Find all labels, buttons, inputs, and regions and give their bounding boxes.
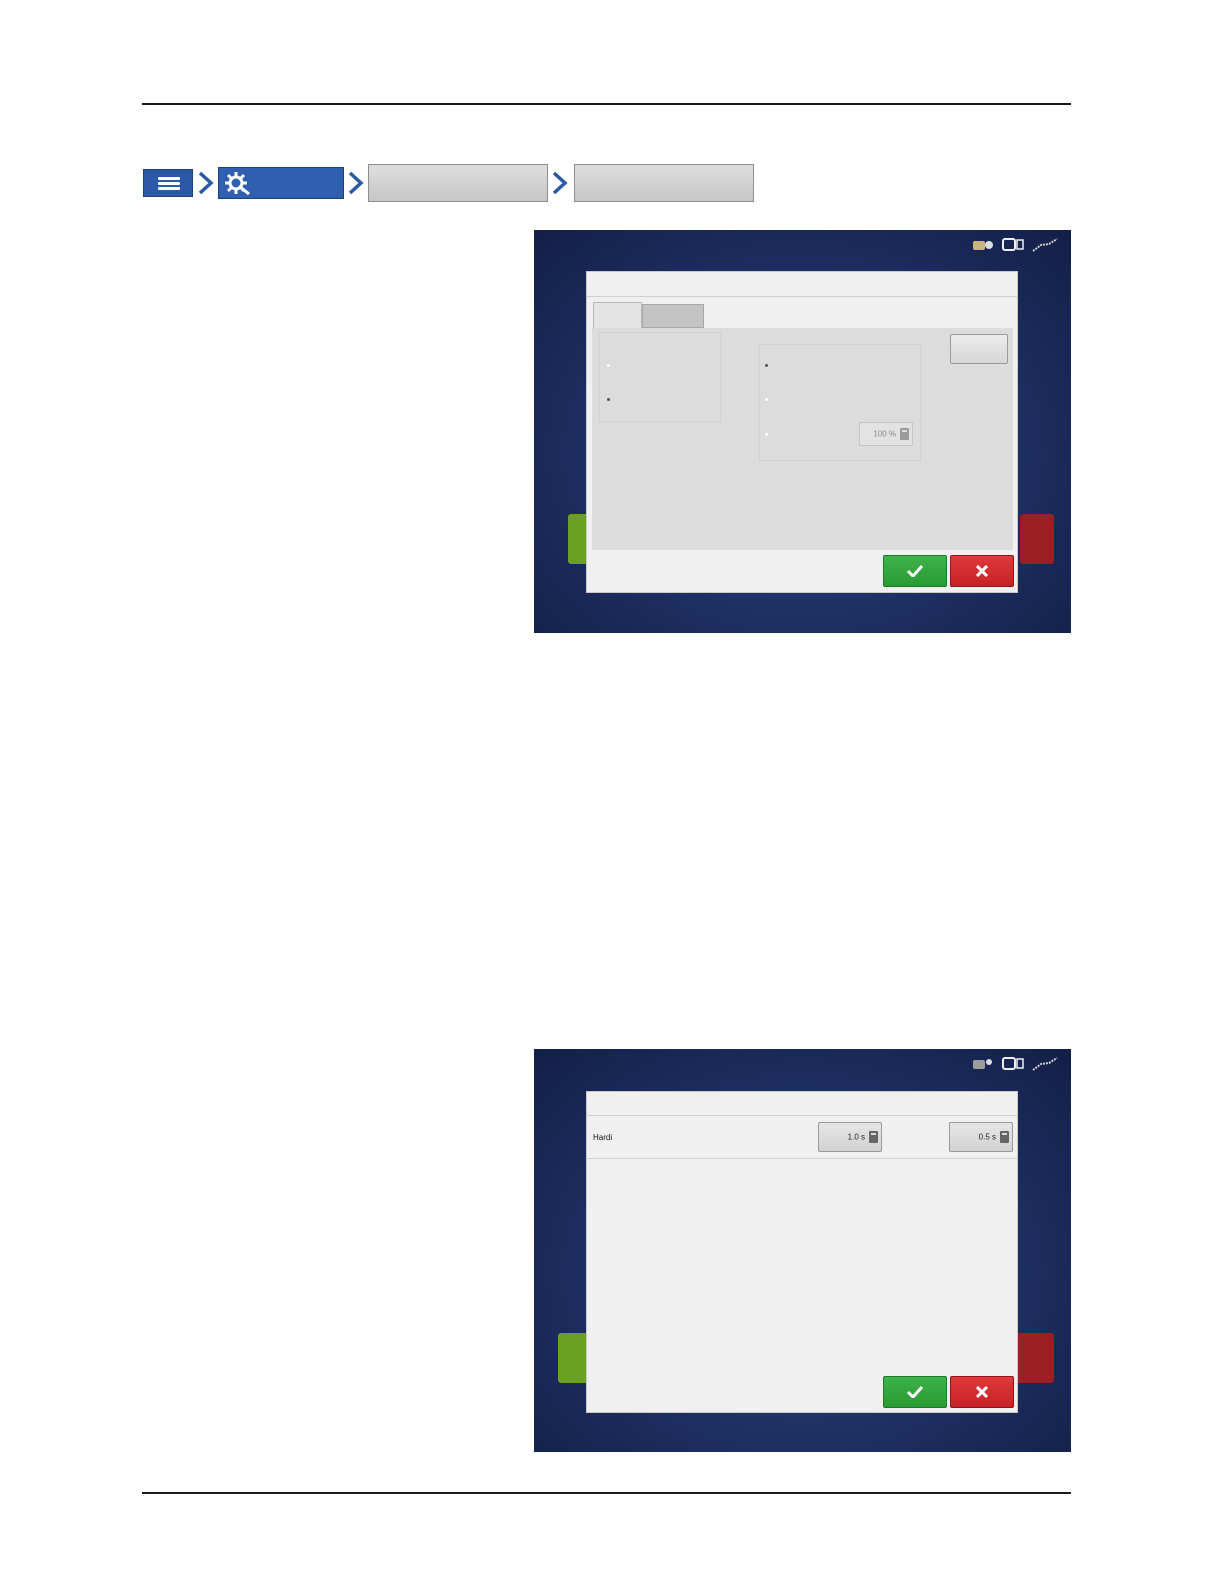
display-icon (1002, 238, 1024, 251)
x-icon (976, 565, 988, 577)
options-button[interactable] (950, 334, 1008, 364)
time-field-2[interactable]: 0.5 s (949, 1122, 1013, 1152)
chevron-right-icon (198, 171, 214, 195)
calculator-icon (1000, 1131, 1009, 1143)
signal-icon (1032, 1057, 1058, 1071)
app-tile-red[interactable] (1020, 514, 1054, 564)
settings-dialog: 100 % (586, 271, 1018, 593)
screenshot-1: 100 % (534, 230, 1071, 633)
check-icon (907, 565, 923, 577)
settings-dialog: Hardi 1.0 s 0.5 s (586, 1091, 1018, 1413)
chevron-right-icon (552, 171, 568, 195)
app-tile-red[interactable] (1014, 1333, 1054, 1383)
radio-option[interactable] (765, 364, 768, 367)
gps-icon (973, 241, 993, 250)
cancel-button[interactable] (950, 555, 1014, 587)
cancel-button[interactable] (950, 1376, 1014, 1408)
chevron-right-icon (348, 171, 364, 195)
status-bar-icons (973, 238, 1058, 252)
radio-option[interactable] (765, 398, 768, 401)
screenshot-2: Hardi 1.0 s 0.5 s (534, 1049, 1071, 1452)
gps-icon (973, 1059, 992, 1069)
tab-1[interactable] (593, 302, 642, 328)
table-row: Hardi 1.0 s 0.5 s (587, 1116, 1017, 1159)
calculator-icon (900, 428, 909, 440)
footer-rule (142, 1492, 1071, 1494)
x-icon (976, 1386, 988, 1398)
check-icon (907, 1386, 923, 1398)
percent-field[interactable]: 100 % (859, 422, 913, 446)
breadcrumb-step-3[interactable] (368, 164, 548, 202)
group-box-left (599, 332, 721, 422)
setup-button[interactable] (218, 167, 344, 199)
tab-2[interactable] (642, 304, 704, 328)
breadcrumb-step-4[interactable] (574, 164, 754, 202)
header-rule (142, 103, 1071, 105)
signal-icon (1032, 238, 1058, 252)
display-icon (1002, 1057, 1024, 1070)
gear-wrench-icon (225, 172, 250, 195)
menu-button[interactable] (143, 169, 193, 197)
dialog-title-divider (587, 296, 1017, 297)
status-bar-icons (973, 1057, 1058, 1071)
time-field-1[interactable]: 1.0 s (818, 1122, 882, 1152)
radio-option[interactable] (607, 364, 610, 367)
radio-option[interactable] (765, 433, 768, 436)
radio-option[interactable] (607, 398, 610, 401)
ok-button[interactable] (883, 1376, 947, 1408)
ok-button[interactable] (883, 555, 947, 587)
calculator-icon (869, 1131, 878, 1143)
row-label: Hardi (593, 1133, 613, 1142)
